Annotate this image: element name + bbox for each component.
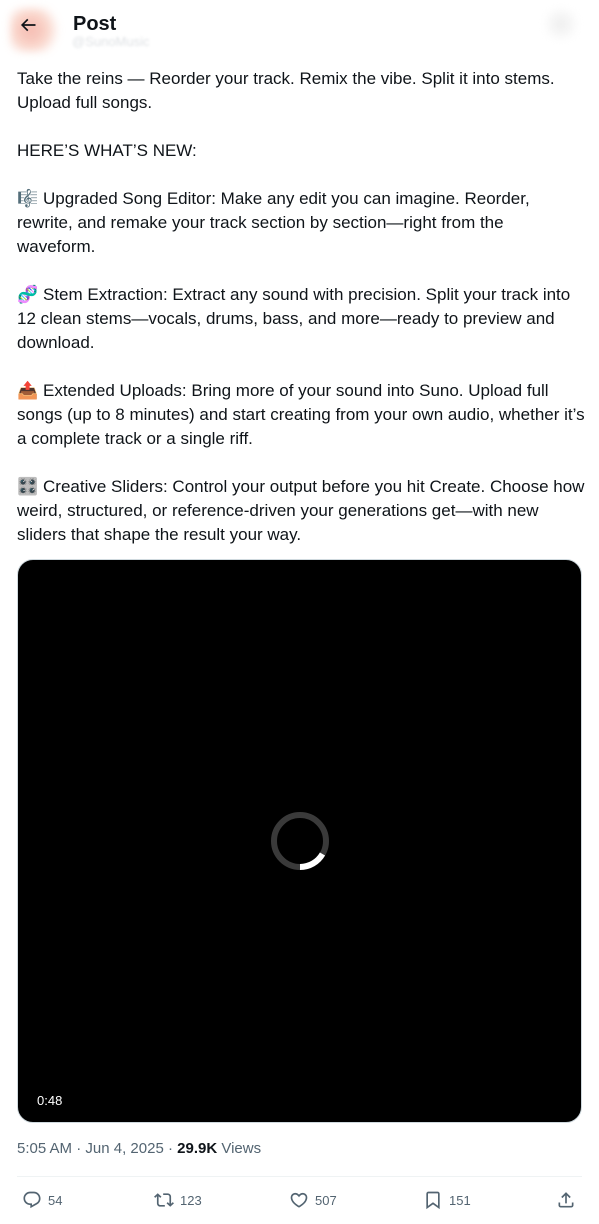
back-button[interactable] (10, 7, 46, 43)
dna-icon: 🧬 (17, 285, 39, 304)
repost-button[interactable]: 123 (154, 1186, 202, 1214)
repost-icon (154, 1193, 174, 1207)
bookmark-icon (426, 1191, 440, 1210)
top-bar: @SunoMusic Post (0, 0, 599, 54)
feature-text: Upgraded Song Editor: Make any edit you … (17, 189, 530, 256)
video-duration: 0:48 (37, 1093, 63, 1108)
reply-count: 54 (48, 1192, 63, 1208)
reply-icon (23, 1191, 41, 1209)
feature-stem-extraction: 🧬 Stem Extraction: Extract any sound with… (17, 283, 585, 355)
views-label: Views (217, 1140, 262, 1157)
meta-separator: · (163, 1140, 178, 1157)
meta-separator: · (72, 1140, 86, 1157)
divider (17, 1176, 582, 1177)
loading-spinner-icon (271, 812, 329, 870)
post-time[interactable]: 5:05 AM (17, 1140, 72, 1157)
like-count: 507 (315, 1192, 337, 1208)
views-count[interactable]: 29.9K (177, 1140, 217, 1157)
blurred-handle: @SunoMusic (72, 34, 150, 49)
repost-count: 123 (180, 1192, 202, 1208)
musical-score-icon: 🎼 (17, 189, 39, 208)
feature-creative-sliders: 🎛️ Creative Sliders: Control your output … (17, 475, 585, 547)
blurred-header-button (541, 6, 581, 42)
feature-song-editor: 🎼 Upgraded Song Editor: Make any edit you… (17, 187, 585, 259)
back-arrow-icon (20, 18, 36, 32)
bookmark-button[interactable]: 151 (423, 1186, 471, 1214)
video-player[interactable]: 0:48 (17, 559, 582, 1123)
post-text: Take the reins — Reorder your track. Rem… (17, 67, 585, 547)
feature-text: Extended Uploads: Bring more of your sou… (17, 381, 585, 448)
outbox-tray-icon: 📤 (17, 381, 39, 400)
post-page: @SunoMusic Post Take the reins — Reorder… (0, 0, 599, 1224)
feature-text: Stem Extraction: Extract any sound with … (17, 285, 571, 352)
page-title: Post (73, 13, 117, 35)
bookmark-count: 151 (449, 1192, 471, 1208)
share-button[interactable] (556, 1186, 576, 1214)
post-meta: 5:05 AM · Jun 4, 2025 · 29.9K Views (17, 1140, 261, 1157)
feature-extended-uploads: 📤 Extended Uploads: Bring more of your so… (17, 379, 585, 451)
action-bar: 54 123 507 151 (0, 1186, 599, 1216)
feature-text: Creative Sliders: Control your output be… (17, 477, 585, 544)
share-icon (558, 1192, 574, 1208)
post-heading: HERE’S WHAT’S NEW: (17, 141, 197, 160)
heart-icon (290, 1192, 308, 1208)
post-intro: Take the reins — Reorder your track. Rem… (17, 69, 555, 112)
post-date[interactable]: Jun 4, 2025 (85, 1140, 163, 1157)
like-button[interactable]: 507 (289, 1186, 337, 1214)
control-knobs-icon: 🎛️ (17, 477, 39, 496)
reply-button[interactable]: 54 (22, 1186, 62, 1214)
